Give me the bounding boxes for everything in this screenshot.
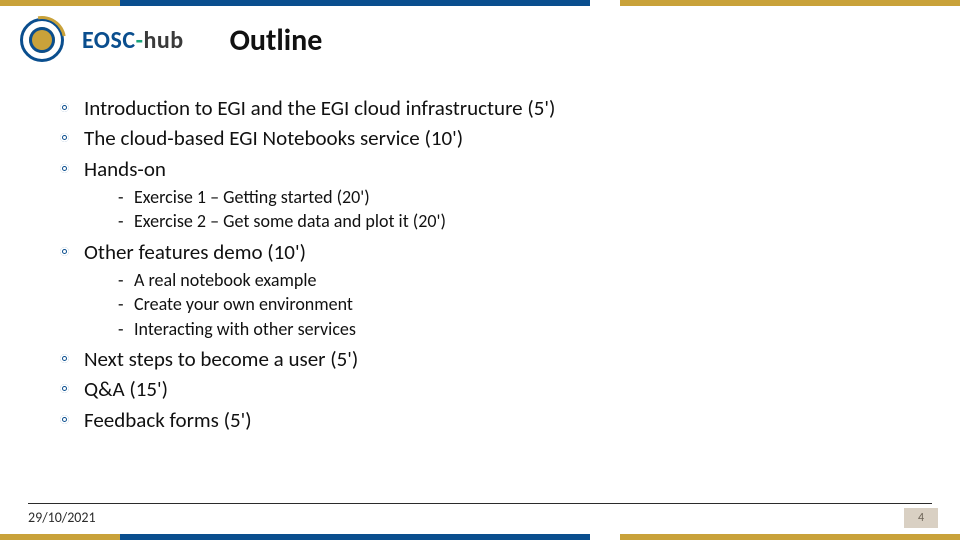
eosc-hub-logo-icon (20, 18, 64, 62)
brand-right: hub (143, 26, 183, 55)
header: EOSC-hub Outline (20, 18, 322, 62)
list-item: Hands-on Exercise 1 – Getting started (2… (60, 155, 920, 234)
footer-divider (28, 503, 932, 504)
sub-list-item: A real notebook example (118, 268, 920, 292)
outline-list: Introduction to EGI and the EGI cloud in… (60, 94, 920, 434)
list-item: Feedback forms (5') (60, 406, 920, 434)
sub-list-item: Exercise 1 – Getting started (20') (118, 185, 920, 209)
slide: EOSC-hub Outline Introduction to EGI and… (0, 0, 960, 540)
page-title: Outline (230, 22, 323, 59)
footer-date: 29/10/2021 (28, 509, 96, 526)
list-item: Next steps to become a user (5') (60, 345, 920, 373)
brand-left: EOSC (82, 26, 136, 55)
list-item: Introduction to EGI and the EGI cloud in… (60, 94, 920, 122)
outline-content: Introduction to EGI and the EGI cloud in… (60, 94, 920, 436)
list-item: The cloud-based EGI Notebooks service (1… (60, 124, 920, 152)
list-item: Other features demo (10') A real noteboo… (60, 238, 920, 341)
bottom-accent-band (0, 534, 960, 540)
sub-list-item: Exercise 2 – Get some data and plot it (… (118, 209, 920, 233)
page-number-badge: 4 (904, 508, 938, 528)
brand-text: EOSC-hub (82, 26, 184, 55)
sub-list: Exercise 1 – Getting started (20') Exerc… (118, 185, 920, 234)
sub-list-item: Create your own environment (118, 292, 920, 316)
top-accent-band (0, 0, 960, 6)
sub-list-item: Interacting with other services (118, 317, 920, 341)
sub-list: A real notebook example Create your own … (118, 268, 920, 341)
list-item: Q&A (15') (60, 375, 920, 403)
